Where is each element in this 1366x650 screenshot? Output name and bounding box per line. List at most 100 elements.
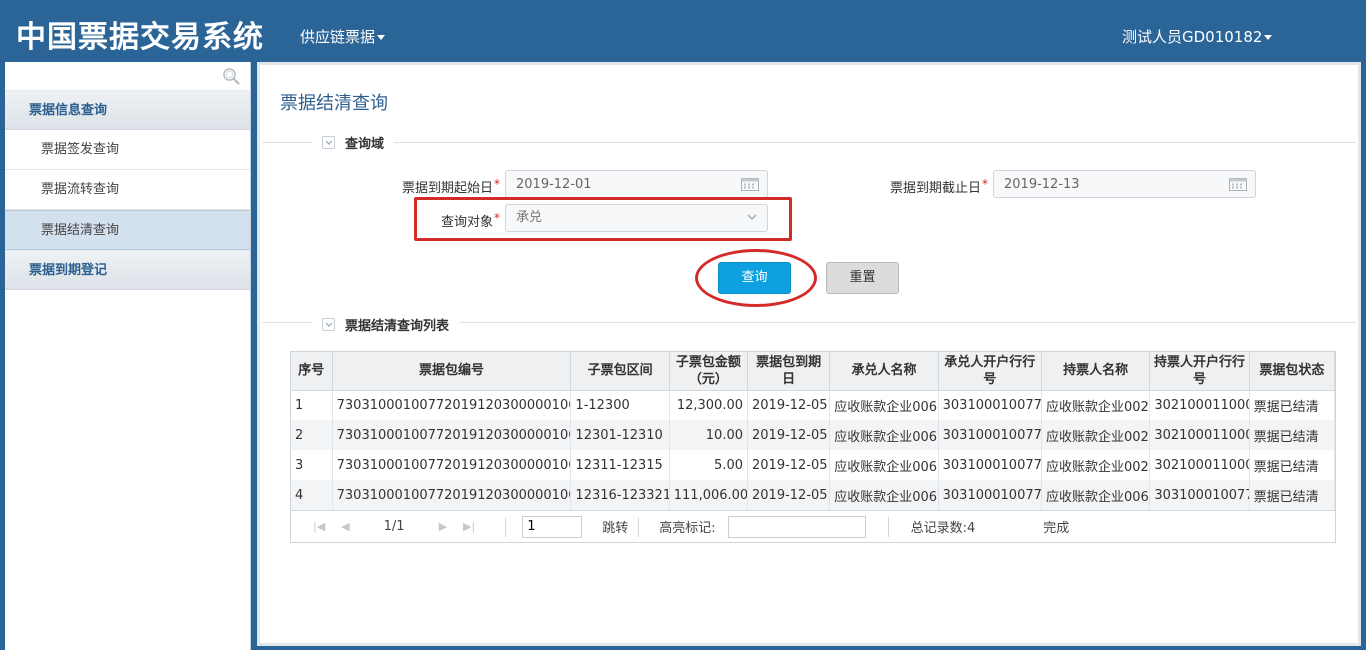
app-title: 中国票据交易系统 <box>16 20 264 55</box>
column-header[interactable]: 序号 <box>291 352 333 391</box>
column-header[interactable]: 持票人名称 <box>1041 352 1151 391</box>
list-section-title: 票据结清查询列表 <box>345 319 450 334</box>
next-page-icon[interactable]: ▶ <box>439 520 447 533</box>
table-cell: 票据已结清 <box>1249 480 1336 510</box>
sidebar-item-issue-query[interactable]: 票据签发查询 <box>5 130 250 170</box>
reset-button[interactable]: 重置 <box>826 262 899 294</box>
column-header[interactable]: 承兑人名称 <box>829 352 939 391</box>
required-mark: * <box>494 177 500 191</box>
page-number-input[interactable] <box>522 515 583 538</box>
start-date-input[interactable] <box>505 170 768 198</box>
page-info: 1/1 <box>383 519 405 534</box>
table-cell: 12,300.00 <box>669 390 749 420</box>
table-row[interactable]: 2 730310001007720191203000001068 12301-1… <box>291 420 1336 450</box>
column-header[interactable]: 子票包区间 <box>570 352 670 391</box>
pager-divider <box>887 516 889 537</box>
user-menu-label: 测试人员GD010182 <box>1122 28 1263 46</box>
pager-divider <box>638 516 640 537</box>
query-section-header[interactable]: 查询域 <box>312 133 395 152</box>
query-target-select[interactable]: 承兑 <box>505 204 768 232</box>
sidebar-item-transfer-query[interactable]: 票据流转查询 <box>5 170 250 210</box>
table-cell: 111,006.00 <box>669 480 749 510</box>
section-divider <box>262 142 1356 143</box>
table-cell: 1-12300 <box>570 390 670 420</box>
table-cell: 303100010077 <box>1149 480 1250 510</box>
pager-divider <box>505 516 507 537</box>
load-status: 完成 <box>1043 521 1070 536</box>
table-cell: 303100010077 <box>938 390 1042 420</box>
query-target-label: 查询对象* <box>420 211 500 230</box>
query-section-title: 查询域 <box>345 137 385 152</box>
calendar-icon[interactable] <box>1229 177 1247 191</box>
last-page-icon[interactable]: ▶| <box>463 520 475 533</box>
table-row[interactable]: 3 730310001007720191203000001068 12311-1… <box>291 450 1336 480</box>
chevron-down-icon <box>747 214 757 220</box>
table-cell: 1 <box>291 390 333 420</box>
highlight-input[interactable] <box>727 515 866 538</box>
app-header: 中国票据交易系统 供应链票据 测试人员GD010182 <box>0 0 1366 62</box>
table-cell: 730310001007720191203000001068 <box>332 450 572 480</box>
caret-down-icon <box>377 35 386 40</box>
table-cell: 303100010077 <box>938 420 1042 450</box>
table-cell: 票据已结清 <box>1249 450 1336 480</box>
table-cell: 12311-12315 <box>570 450 670 480</box>
table-cell: 12316-123321 <box>570 480 670 510</box>
table-cell: 2019-12-05 <box>747 420 831 450</box>
table-cell: 应收账款企业006 <box>829 420 939 450</box>
table-cell: 票据已结清 <box>1249 390 1336 420</box>
first-page-icon[interactable]: |◀ <box>313 520 325 533</box>
prev-page-icon[interactable]: ◀ <box>341 520 349 533</box>
module-menu-label: 供应链票据 <box>300 28 376 46</box>
table-cell: 303100010077 <box>938 450 1042 480</box>
table-row[interactable]: 4 730310001007720191203000001068 12316-1… <box>291 480 1336 510</box>
module-menu[interactable]: 供应链票据 <box>300 26 386 47</box>
table-row[interactable]: 1 730310001007720191203000001068 1-12300… <box>291 390 1336 420</box>
user-menu[interactable]: 测试人员GD010182 <box>1122 26 1273 47</box>
table-cell: 应收账款企业002 <box>1041 390 1151 420</box>
list-section-header[interactable]: 票据结清查询列表 <box>312 315 460 334</box>
table-cell: 应收账款企业006 <box>829 480 939 510</box>
table-cell: 2019-12-05 <box>747 450 831 480</box>
jump-button[interactable]: 跳转 <box>602 517 628 536</box>
start-date-label: 票据到期起始日* <box>360 177 500 196</box>
column-header[interactable]: 票据包编号 <box>332 352 572 391</box>
search-icon[interactable] <box>222 67 240 85</box>
sidebar-item-settlement-query[interactable]: 票据结清查询 <box>5 210 250 250</box>
pagination-bar: |◀ ◀ 1/1 ▶ ▶| 跳转 高亮标记: 总记录数:4 完成 <box>291 510 1335 542</box>
table-cell: 应收账款企业006 <box>1041 480 1151 510</box>
sidebar-group-bill-info-query[interactable]: 票据信息查询 <box>5 90 250 130</box>
calendar-icon[interactable] <box>741 177 759 191</box>
table-cell: 3 <box>291 450 333 480</box>
table-cell: 730310001007720191203000001068 <box>332 480 572 510</box>
end-date-input[interactable] <box>993 170 1256 198</box>
column-header[interactable]: 子票包金额（元） <box>669 352 749 391</box>
table-cell: 应收账款企业006 <box>829 390 939 420</box>
table-cell: 2019-12-05 <box>747 390 831 420</box>
sidebar-group-maturity-registration[interactable]: 票据到期登记 <box>5 250 250 290</box>
main-panel: 票据结清查询 查询域 票据到期起始日* 票据到期截止日* 查询对象* 承兑 查询… <box>257 62 1361 646</box>
end-date-label: 票据到期截止日* <box>840 177 988 196</box>
table-cell: 730310001007720191203000001068 <box>332 390 572 420</box>
column-header[interactable]: 票据包到期日 <box>747 352 831 391</box>
table-cell: 302100011000 <box>1149 450 1250 480</box>
table-cell: 4 <box>291 480 333 510</box>
table-cell: 2019-12-05 <box>747 480 831 510</box>
required-mark: * <box>982 177 988 191</box>
end-date-label-text: 票据到期截止日 <box>889 181 981 196</box>
column-header[interactable]: 持票人开户行行号 <box>1149 352 1250 391</box>
collapse-icon[interactable] <box>322 136 335 149</box>
sidebar-search-input[interactable] <box>5 62 250 90</box>
column-header[interactable]: 承兑人开户行行号 <box>938 352 1042 391</box>
page-title: 票据结清查询 <box>280 93 388 114</box>
query-button[interactable]: 查询 <box>718 262 791 294</box>
table-cell: 5.00 <box>669 450 749 480</box>
highlight-label: 高亮标记: <box>659 521 716 536</box>
query-target-label-text: 查询对象 <box>440 215 493 230</box>
column-header[interactable]: 票据包状态 <box>1249 352 1336 391</box>
table-cell: 2 <box>291 420 333 450</box>
table-cell: 应收账款企业002 <box>1041 450 1151 480</box>
table-cell: 票据已结清 <box>1249 420 1336 450</box>
caret-down-icon <box>1264 35 1273 40</box>
result-grid: 序号 票据包编号 子票包区间 子票包金额（元） 票据包到期日 承兑人名称 承兑人… <box>290 351 1336 543</box>
collapse-icon[interactable] <box>322 318 335 331</box>
